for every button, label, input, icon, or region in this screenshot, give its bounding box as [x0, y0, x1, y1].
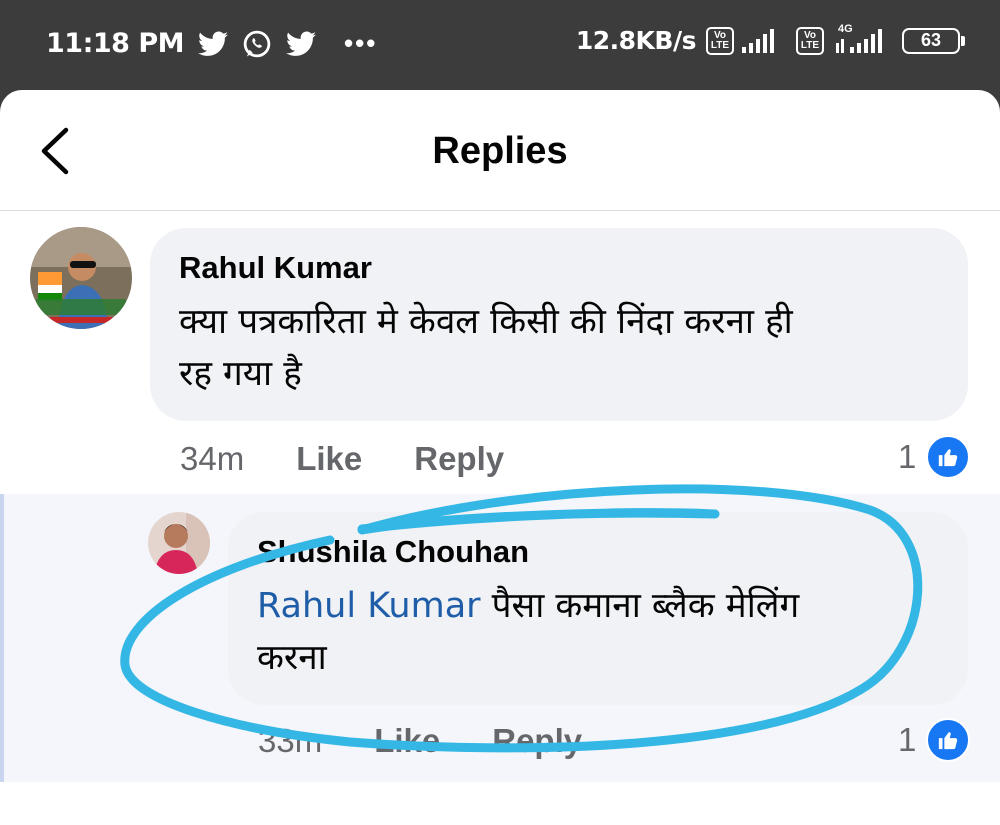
reaction-count: 1: [898, 721, 917, 758]
comment-actions: 34m Like Reply: [180, 440, 504, 478]
status-bar: 11:18 PM ••• 12.8KB/s Vo LTE Vo LTE 4G 6…: [0, 0, 1000, 90]
replies-sheet: Replies Rahul Kumar क्या पत्रकारिता मे क…: [0, 90, 1000, 825]
like-button[interactable]: Like: [296, 440, 362, 478]
more-notifications-icon: •••: [344, 28, 378, 58]
comment-text-line: रह गया है: [179, 354, 302, 394]
whatsapp-icon: [242, 29, 272, 59]
reaction-count: 1: [898, 438, 917, 475]
thumbs-up-icon: [926, 718, 971, 762]
clock: 11:18 PM: [46, 28, 185, 59]
network-speed: 12.8KB/s: [575, 26, 697, 55]
mention-link[interactable]: Rahul Kumar: [257, 586, 481, 626]
volte-badge: Vo LTE: [706, 26, 734, 55]
twitter-icon: [286, 31, 317, 57]
signal-icon: [742, 28, 776, 53]
reply-text-line: करना: [257, 638, 327, 678]
comment-text-line: क्या पत्रकारिता मे केवल किसी की निंदा कर…: [179, 302, 793, 342]
reply-button[interactable]: Reply: [492, 722, 582, 760]
page-title: Replies: [432, 130, 568, 172]
comment-bubble[interactable]: Rahul Kumar क्या पत्रकारिता मे केवल किसी…: [150, 228, 968, 421]
comment-author[interactable]: Rahul Kumar: [179, 250, 372, 286]
thread-indicator: [0, 494, 4, 782]
thumbs-up-icon: [926, 435, 971, 479]
like-button[interactable]: Like: [374, 722, 440, 760]
twitter-icon: [198, 31, 229, 57]
reply-text: Rahul Kumar पैसा कमाना ब्लैक मेलिंग करना: [257, 580, 799, 684]
volte-badge: Vo LTE: [796, 26, 824, 55]
reply-text-line: Rahul Kumar पैसा कमाना ब्लैक मेलिंग: [257, 586, 800, 626]
battery-icon: 63: [902, 27, 965, 54]
reply-bubble[interactable]: Shushila Chouhan Rahul Kumar पैसा कमाना …: [228, 512, 968, 705]
avatar[interactable]: [30, 227, 132, 329]
header: Replies: [0, 90, 1000, 211]
avatar[interactable]: [148, 512, 210, 574]
reaction-summary[interactable]: 1: [898, 435, 971, 479]
comment-time: 34m: [180, 440, 245, 477]
reply-author[interactable]: Shushila Chouhan: [257, 534, 529, 570]
reaction-summary[interactable]: 1: [898, 718, 971, 762]
reply-actions: 33m Like Reply: [258, 722, 582, 760]
comment-text: क्या पत्रकारिता मे केवल किसी की निंदा कर…: [179, 296, 793, 400]
reply-time: 33m: [258, 722, 323, 759]
signal-4g-icon: 4G: [836, 23, 888, 53]
reply-button[interactable]: Reply: [414, 440, 504, 478]
